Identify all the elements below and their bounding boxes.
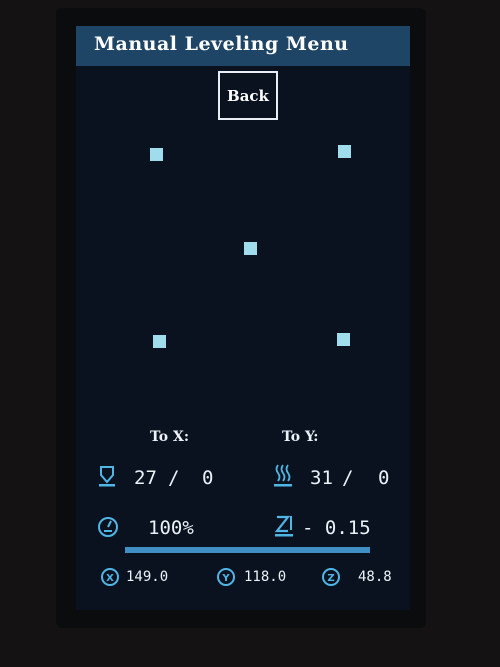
progress-bar-fill <box>125 547 370 553</box>
svg-text:X: X <box>106 573 114 584</box>
bed-target-temp: 0 <box>378 467 390 489</box>
page-title: Manual Leveling Menu <box>94 33 349 55</box>
target-x-label: To X: <box>150 429 190 445</box>
x-axis-icon: X <box>100 567 120 591</box>
bed-temp-separator: / <box>342 467 354 489</box>
level-point-front-left[interactable] <box>150 148 163 161</box>
z-offset-value[interactable]: - 0.15 <box>302 517 371 539</box>
nozzle-current-temp: 27 <box>134 467 157 489</box>
bed-current-temp: 31 <box>310 467 333 489</box>
y-axis-icon: Y <box>216 567 236 591</box>
level-point-center[interactable] <box>244 242 257 255</box>
title-bar: Manual Leveling Menu <box>76 26 410 66</box>
z-offset-icon <box>274 513 296 543</box>
svg-text:Z: Z <box>327 573 334 584</box>
back-button-label: Back <box>227 86 269 105</box>
feedrate-value[interactable]: 100% <box>148 517 194 539</box>
z-position-value: 48.8 <box>358 569 392 585</box>
x-position-value: 149.0 <box>126 569 169 585</box>
nozzle-target-temp: 0 <box>202 467 214 489</box>
speedometer-icon <box>97 516 119 542</box>
y-position-value: 118.0 <box>244 569 287 585</box>
target-y-label: To Y: <box>282 429 319 445</box>
back-button[interactable]: Back <box>218 71 278 120</box>
bed-temperature-icon <box>272 463 294 492</box>
svg-text:Y: Y <box>221 573 230 584</box>
z-axis-icon: Z <box>321 567 341 591</box>
nozzle-temp-separator: / <box>168 467 180 489</box>
progress-bar <box>125 547 370 553</box>
lcd-screen: Manual Leveling Menu Back To X: To Y: 27… <box>76 26 410 610</box>
level-point-back-left[interactable] <box>153 335 166 348</box>
level-point-back-right[interactable] <box>337 333 350 346</box>
level-point-front-right[interactable] <box>338 145 351 158</box>
nozzle-temperature-icon <box>96 464 118 492</box>
